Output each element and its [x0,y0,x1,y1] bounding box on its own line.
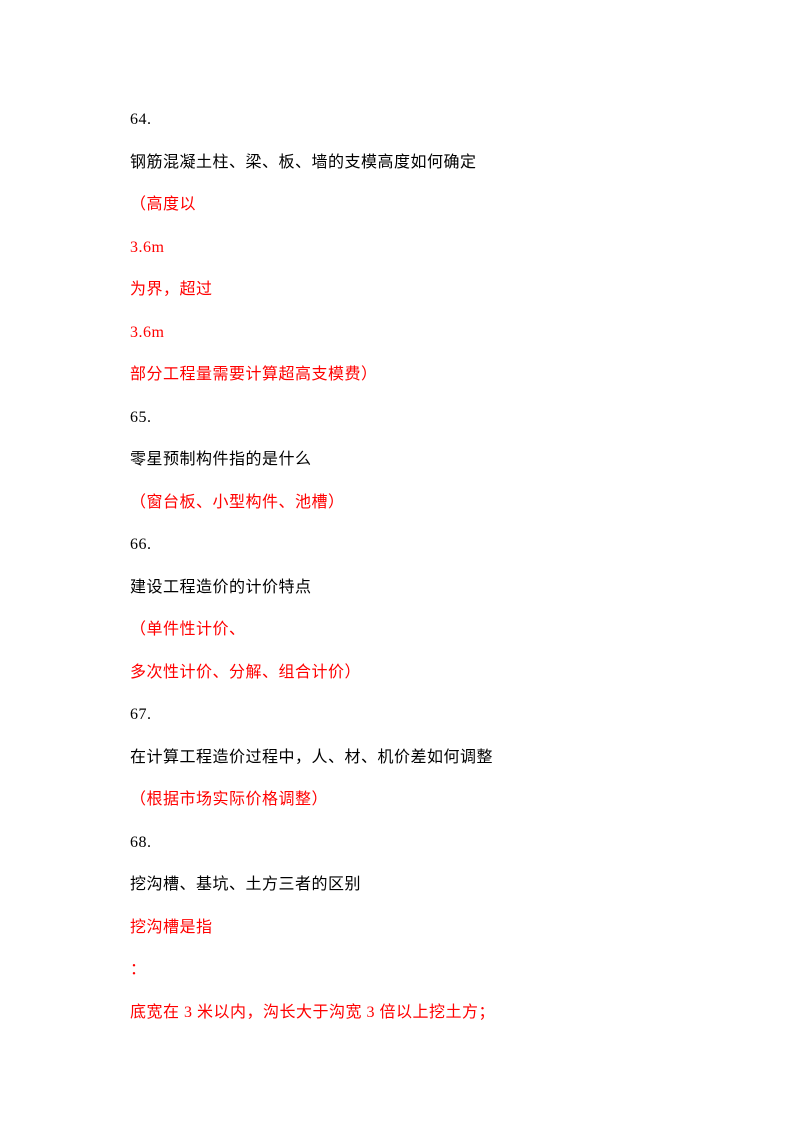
text-line: 3.6m [130,321,664,345]
text-line: 底宽在 3 米以内，沟长大于沟宽 3 倍以上挖土方； [130,1001,664,1025]
text-line: ： [130,958,664,982]
text-line: （根据市场实际价格调整） [130,788,664,812]
text-line: 在计算工程造价过程中，人、材、机价差如何调整 [130,746,664,770]
document-page: 64. 钢筋混凝土柱、梁、板、墙的支模高度如何确定 （高度以 3.6m 为界，超… [0,0,794,1025]
text-line: 钢筋混凝土柱、梁、板、墙的支模高度如何确定 [130,151,664,175]
text-line: 66. [130,533,664,557]
text-line: （高度以 [130,193,664,217]
text-line: 3.6m [130,236,664,260]
text-line: 为界，超过 [130,278,664,302]
text-line: （单件性计价、 [130,618,664,642]
text-line: 67. [130,703,664,727]
text-line: 挖沟槽、基坑、土方三者的区别 [130,873,664,897]
text-line: 建设工程造价的计价特点 [130,576,664,600]
text-line: 64. [130,108,664,132]
text-line: 挖沟槽是指 [130,916,664,940]
text-line: 65. [130,406,664,430]
text-line: 零星预制构件指的是什么 [130,448,664,472]
text-line: 部分工程量需要计算超高支模费） [130,363,664,387]
text-line: （窗台板、小型构件、池槽） [130,491,664,515]
text-line: 多次性计价、分解、组合计价） [130,661,664,685]
text-line: 68. [130,831,664,855]
